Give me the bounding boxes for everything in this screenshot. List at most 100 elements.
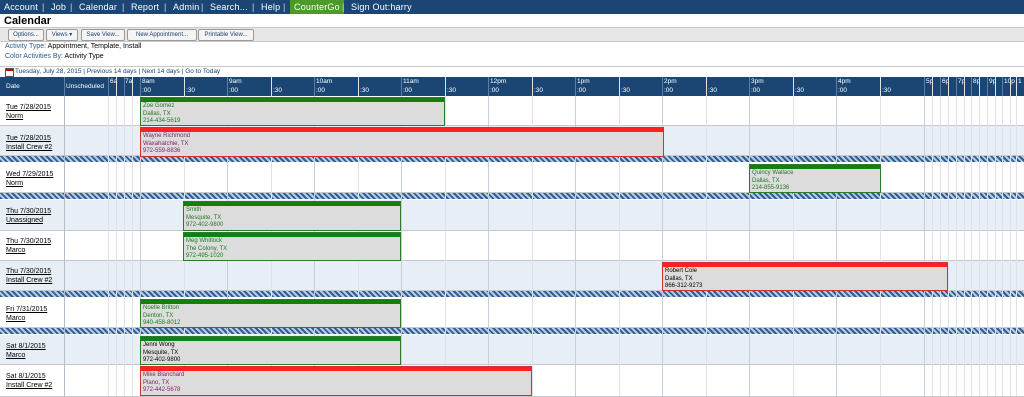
grid-line bbox=[445, 77, 446, 396]
grid-line bbox=[948, 77, 949, 396]
grid-line bbox=[1002, 77, 1003, 396]
grid-line bbox=[706, 77, 707, 396]
appointment-details: Mike Blanchard Plano, TX 972-442-5678 bbox=[143, 372, 184, 395]
row-date-link[interactable]: Thu 7/30/2015 bbox=[6, 237, 51, 246]
row-label: Sat 8/1/2015 Marco bbox=[6, 342, 46, 360]
previous-14-days-link[interactable]: Previous 14 days bbox=[87, 68, 137, 75]
row-assignee-link[interactable]: Norm bbox=[6, 112, 51, 121]
row-label: Tue 7/28/2015 Install Crew #2 bbox=[6, 134, 52, 152]
row-label: Thu 7/30/2015 Marco bbox=[6, 237, 51, 255]
nav-account[interactable]: Account bbox=[4, 0, 38, 14]
appointment-block[interactable]: Mike Blanchard Plano, TX 972-442-5678 bbox=[140, 366, 532, 396]
appointment-block[interactable]: Jenni Wong Mesquite, TX 972-402-9800 bbox=[140, 336, 401, 365]
header-divider bbox=[575, 77, 576, 96]
hour-header-11am: 11am bbox=[403, 78, 419, 85]
page-title: Calendar bbox=[4, 15, 52, 27]
appointment-block[interactable]: Wayne Richmond Waxahatchie, TX 972-559-8… bbox=[140, 127, 664, 157]
nav-sign-out[interactable]: Sign Out:harry bbox=[351, 0, 412, 14]
row-date-link[interactable]: Tue 7/28/2015 bbox=[6, 103, 51, 112]
customer-city: Waxahatchie, TX bbox=[143, 140, 189, 147]
header-divider bbox=[971, 77, 972, 96]
activity-type-filter: Activity Type: Appointment, Template, In… bbox=[5, 43, 141, 50]
nav-admin[interactable]: Admin bbox=[173, 0, 200, 14]
current-date-link[interactable]: Tuesday, July 28, 2015 bbox=[15, 68, 82, 75]
row-date-link[interactable]: Fri 7/31/2015 bbox=[6, 305, 47, 314]
schedule-row: Thu 7/30/2015 Marco bbox=[0, 231, 1024, 261]
row-date-link[interactable]: Thu 7/30/2015 bbox=[6, 207, 51, 216]
nav-search[interactable]: Search... bbox=[210, 0, 248, 14]
appointment-block[interactable]: Quincy Wallace Dallas, TX 214-855-9136 bbox=[749, 164, 881, 193]
day-separator bbox=[0, 328, 1024, 334]
half-hour-label: :00 bbox=[664, 87, 674, 94]
row-assignee-link[interactable]: Install Crew #2 bbox=[6, 143, 52, 152]
grid-line bbox=[964, 77, 965, 396]
appointment-details: Meg Whitlock The Colony, TX 972-495-1020 bbox=[186, 238, 227, 260]
header-divider bbox=[662, 77, 663, 96]
header-divider bbox=[836, 77, 837, 96]
row-date-link[interactable]: Tue 7/28/2015 bbox=[6, 134, 52, 143]
header-divider bbox=[401, 77, 402, 96]
customer-name: Meg Whitlock bbox=[186, 238, 223, 244]
activity-type-bar bbox=[184, 202, 400, 206]
nav-report[interactable]: Report bbox=[131, 0, 159, 14]
unscheduled-column-header: Unscheduled bbox=[66, 83, 104, 90]
color-by-setting: Color Activities By: Activity Type bbox=[5, 53, 104, 60]
appointment-block[interactable]: Meg Whitlock The Colony, TX 972-495-1020 bbox=[183, 232, 401, 261]
next-14-days-link[interactable]: Next 14 days bbox=[142, 68, 180, 75]
grid-line bbox=[836, 77, 837, 396]
grid-line bbox=[64, 77, 65, 396]
row-date-link[interactable]: Thu 7/30/2015 bbox=[6, 267, 52, 276]
half-hour-label: :30 bbox=[882, 87, 892, 94]
half-hour-label: :00 bbox=[142, 87, 152, 94]
nav-job[interactable]: Job bbox=[51, 0, 66, 14]
customer-city: Mesquite, TX bbox=[186, 214, 222, 221]
options-button[interactable]: Options... bbox=[8, 29, 44, 41]
nav-separator: | bbox=[201, 2, 204, 12]
go-to-today-link[interactable]: Go to Today bbox=[185, 68, 220, 75]
customer-phone: 940-458-8012 bbox=[143, 320, 181, 327]
row-assignee-link[interactable]: Unassigned bbox=[6, 216, 51, 225]
views-dropdown-button[interactable]: Views ▾ bbox=[46, 29, 78, 41]
appointment-block[interactable]: Smith Mesquite, TX 972-402-9800 bbox=[183, 201, 401, 231]
nav-help[interactable]: Help bbox=[261, 0, 280, 14]
row-assignee-link[interactable]: Install Crew #2 bbox=[6, 276, 52, 285]
grid-line bbox=[956, 77, 957, 396]
row-assignee-link[interactable]: Marco bbox=[6, 314, 47, 323]
header-divider bbox=[987, 77, 988, 96]
customer-city: Dallas, TX bbox=[143, 110, 171, 117]
half-hour-label: :00 bbox=[490, 87, 500, 94]
appointment-block[interactable]: Robert Cole Dallas, TX 866-312-9273 bbox=[662, 262, 948, 291]
row-date-link[interactable]: Wed 7/29/2015 bbox=[6, 170, 53, 179]
printable-view-button[interactable]: Printable View... bbox=[198, 29, 254, 41]
header-divider bbox=[108, 77, 109, 96]
save-view-button[interactable]: Save View... bbox=[81, 29, 125, 41]
half-hour-label: :30 bbox=[795, 87, 805, 94]
appointment-details: Robert Cole Dallas, TX 866-312-9273 bbox=[665, 268, 702, 290]
calendar-toolbar: Options... Views ▾ Save View... New Appo… bbox=[0, 27, 1024, 42]
row-assignee-link[interactable]: Marco bbox=[6, 351, 46, 360]
header-divider bbox=[924, 77, 925, 96]
activity-type-value: Appointment, Template, Install bbox=[47, 43, 142, 50]
row-label: Thu 7/30/2015 Install Crew #2 bbox=[6, 267, 52, 285]
appointment-details: Smith Mesquite, TX 972-402-9800 bbox=[186, 207, 223, 230]
row-date-link[interactable]: Sat 8/1/2015 bbox=[6, 372, 52, 381]
row-date-link[interactable]: Sat 8/1/2015 bbox=[6, 342, 46, 351]
appointment-block[interactable]: Noelle Britton Denton, TX 940-458-8012 bbox=[140, 299, 401, 328]
half-hour-label: :00 bbox=[316, 87, 326, 94]
customer-city: Plano, TX bbox=[143, 379, 170, 386]
header-divider bbox=[1002, 77, 1003, 96]
appointment-block[interactable]: Zoe Gomez Dallas, TX 214-434-5619 bbox=[140, 97, 445, 126]
nav-countergo[interactable]: CounterGo bbox=[290, 0, 344, 14]
nav-calendar[interactable]: Calendar bbox=[79, 0, 117, 14]
customer-phone: 214-855-9136 bbox=[752, 185, 790, 192]
row-assignee-link[interactable]: Marco bbox=[6, 246, 51, 255]
grid-line bbox=[979, 77, 980, 396]
calendar-icon[interactable] bbox=[5, 68, 14, 77]
new-appointment-button[interactable]: New Appointment... bbox=[127, 29, 197, 41]
row-assignee-link[interactable]: Install Crew #2 bbox=[6, 381, 52, 390]
nav-separator: | bbox=[42, 2, 45, 12]
row-assignee-link[interactable]: Norm bbox=[6, 179, 53, 188]
schedule-header: Date Unscheduled 6a 7a 8am 9am 10am 11am… bbox=[0, 77, 1024, 96]
grid-line bbox=[932, 77, 933, 396]
grid-line bbox=[132, 77, 133, 396]
